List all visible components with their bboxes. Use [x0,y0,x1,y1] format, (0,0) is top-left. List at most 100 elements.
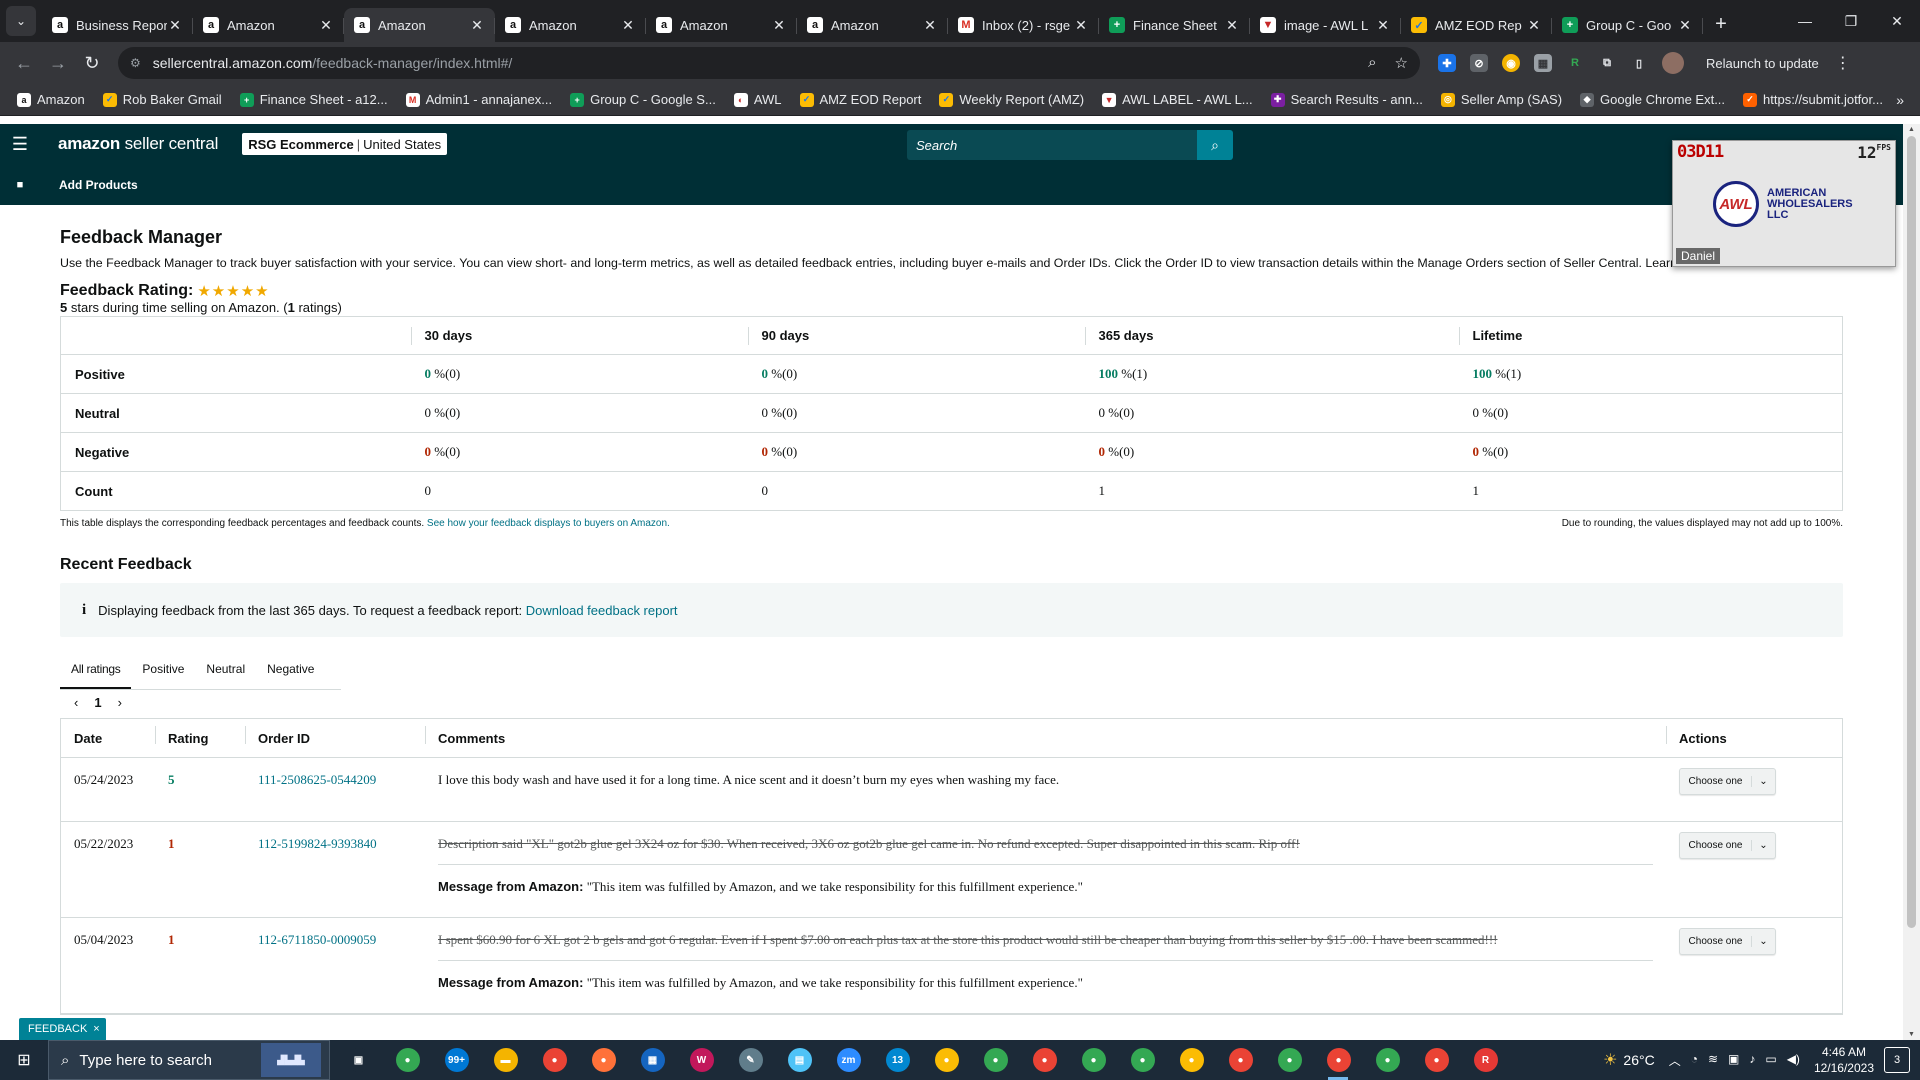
chrome-7-taskbar-icon[interactable]: ● [1216,1040,1265,1080]
tab-close-icon[interactable]: ✕ [167,17,183,34]
hamburger-menu-icon[interactable]: ☰ [0,134,40,155]
close-window-icon[interactable]: ✕ [1874,13,1920,30]
paint-taskbar-icon[interactable]: ✎ [726,1040,775,1080]
search-highlight-image[interactable]: ▟▙▟▙ [261,1043,321,1077]
tab-close-icon[interactable]: ✕ [771,17,787,34]
bookmark-item[interactable]: ▼ AWL LABEL - AWL L... [1093,92,1262,107]
bookmark-item[interactable]: ✓ AMZ EOD Report [791,92,931,107]
back-arrow-icon[interactable]: ← [8,47,40,79]
tab-close-icon[interactable]: ✕ [1073,17,1089,34]
download-feedback-report-link[interactable]: Download feedback report [526,603,678,618]
notification-center-icon[interactable]: 3 [1884,1047,1910,1073]
scroll-up-arrow-icon[interactable]: ▲ [1903,126,1920,133]
tab-search-chevron-icon[interactable]: ⌄ [6,6,36,36]
feedback-display-link[interactable]: See how your feedback displays to buyers… [427,518,670,529]
browser-tab[interactable]: + Group C - Goo ✕ [1552,8,1703,42]
tray-battery-icon[interactable]: ▭ [1765,1052,1776,1069]
chrome-2-taskbar-icon[interactable]: ● [971,1040,1020,1080]
r-app-taskbar-icon[interactable]: R [1461,1040,1510,1080]
choose-one-dropdown[interactable]: Choose one ⌄ [1679,768,1776,795]
seller-search-input[interactable] [907,130,1197,160]
store-selector[interactable]: RSG Ecommerce | United States [242,133,448,155]
scroll-down-arrow-icon[interactable]: ▼ [1903,1031,1920,1038]
extensions-puzzle-icon[interactable]: ⧉ [1598,54,1616,72]
filter-tab-all-ratings[interactable]: All ratings [60,653,132,689]
browser-tab[interactable]: ▼ image - AWL L ✕ [1250,8,1401,42]
chrome-1-taskbar-icon[interactable]: ● [922,1040,971,1080]
choose-one-dropdown[interactable]: Choose one ⌄ [1679,928,1776,955]
add-products-link[interactable]: Add Products [59,178,138,192]
calculator-taskbar-icon[interactable]: ▦ [628,1040,677,1080]
filter-tab-positive[interactable]: Positive [131,653,195,689]
filter-tab-negative[interactable]: Negative [256,653,325,689]
site-info-icon[interactable]: ⚙ [130,56,141,70]
tab-close-icon[interactable]: ✕ [1224,17,1240,34]
side-panel-icon[interactable]: ▯ [1630,54,1648,72]
tray-chevron-up-icon[interactable]: ︿ [1669,1052,1681,1069]
filter-tab-neutral[interactable]: Neutral [195,653,256,689]
tab-close-icon[interactable]: ✕ [1526,17,1542,34]
file-explorer-taskbar-icon[interactable]: ▬ [481,1040,530,1080]
forward-arrow-icon[interactable]: → [42,47,74,79]
wps-taskbar-icon[interactable]: W [677,1040,726,1080]
bookmark-nav-icon[interactable]: ■ [0,179,40,191]
mail-taskbar-icon[interactable]: 99+ [432,1040,481,1080]
tray-volume-icon[interactable]: ◀) [1787,1052,1800,1069]
extension-icon-orange[interactable]: ◉ [1502,54,1520,72]
next-page-chevron-icon[interactable]: › [110,695,130,710]
bookmark-item[interactable]: a Amazon [8,92,94,107]
extension-icon-r[interactable]: R [1566,54,1584,72]
tab-close-icon[interactable]: ✕ [620,17,636,34]
chrome-profile-taskbar-icon[interactable]: ● [530,1040,579,1080]
extension-icon-grid[interactable]: ▦ [1534,54,1552,72]
profile-avatar[interactable] [1662,52,1684,74]
bookmark-item[interactable]: ✓ Weekly Report (AMZ) [930,92,1093,107]
reload-icon[interactable]: ↻ [76,47,108,79]
chrome-3-taskbar-icon[interactable]: ● [1020,1040,1069,1080]
bookmark-item[interactable]: + Group C - Google S... [561,92,725,107]
bookmark-star-icon[interactable]: ☆ [1395,54,1408,72]
chrome-10-taskbar-icon[interactable]: ● [1363,1040,1412,1080]
prev-page-chevron-icon[interactable]: ‹ [66,695,86,710]
minimize-icon[interactable]: — [1782,13,1828,29]
chrome-taskbar-icon[interactable]: ● [383,1040,432,1080]
tray-network-icon[interactable]: ◔ [1691,1052,1698,1069]
bookmark-item[interactable]: ✚ Search Results - ann... [1262,92,1432,107]
taskbar-clock[interactable]: 4:46 AM 12/16/2023 [1814,1044,1874,1076]
tab-close-icon[interactable]: ✕ [922,17,938,34]
chrome-6-taskbar-icon[interactable]: ● [1167,1040,1216,1080]
firefox-taskbar-icon[interactable]: ● [579,1040,628,1080]
messenger-taskbar-icon[interactable]: 13 [873,1040,922,1080]
notepad-taskbar-icon[interactable]: ▤ [775,1040,824,1080]
tray-camera-icon[interactable]: ▣ [1728,1052,1739,1069]
tray-mic-icon[interactable]: ♪ [1749,1052,1755,1069]
order-id-link[interactable]: 112-5199824-9393840 [258,836,377,851]
chrome-9-taskbar-icon[interactable]: ● [1314,1040,1363,1080]
browser-tab[interactable]: M Inbox (2) - rsge ✕ [948,8,1099,42]
windows-start-icon[interactable]: ⊞ [0,1040,48,1080]
extension-icon-off[interactable]: ⊘ [1470,54,1488,72]
tab-close-icon[interactable]: ✕ [469,17,485,34]
bookmark-item[interactable]: M Admin1 - annajanex... [397,92,561,107]
tab-close-icon[interactable]: ✕ [1375,17,1391,34]
restore-icon[interactable]: ❐ [1828,13,1874,30]
choose-one-dropdown[interactable]: Choose one ⌄ [1679,832,1776,859]
tab-close-icon[interactable]: ✕ [1677,17,1693,34]
relaunch-button[interactable]: Relaunch to update [1696,48,1829,78]
browser-tab[interactable]: a Amazon ✕ [646,8,797,42]
chrome-4-taskbar-icon[interactable]: ● [1069,1040,1118,1080]
current-page-number[interactable]: 1 [86,695,109,710]
chrome-5-taskbar-icon[interactable]: ● [1118,1040,1167,1080]
scrollbar-thumb[interactable] [1907,136,1916,928]
seller-central-logo[interactable]: amazon seller central [58,134,218,154]
chrome-8-taskbar-icon[interactable]: ● [1265,1040,1314,1080]
chrome-11-taskbar-icon[interactable]: ● [1412,1040,1461,1080]
zoom-magnifier-icon[interactable]: ⌕ [1368,54,1376,72]
browser-tab[interactable]: a Amazon ✕ [797,8,948,42]
tab-close-icon[interactable]: ✕ [318,17,334,34]
bookmark-item[interactable]: ◎ Seller Amp (SAS) [1432,92,1571,107]
browser-tab[interactable]: a Amazon ✕ [495,8,646,42]
new-tab-plus-icon[interactable]: + [1707,10,1735,38]
bookmark-item[interactable]: ✓ https://submit.jotfor... [1734,92,1892,107]
browser-tab[interactable]: ✓ AMZ EOD Rep ✕ [1401,8,1552,42]
